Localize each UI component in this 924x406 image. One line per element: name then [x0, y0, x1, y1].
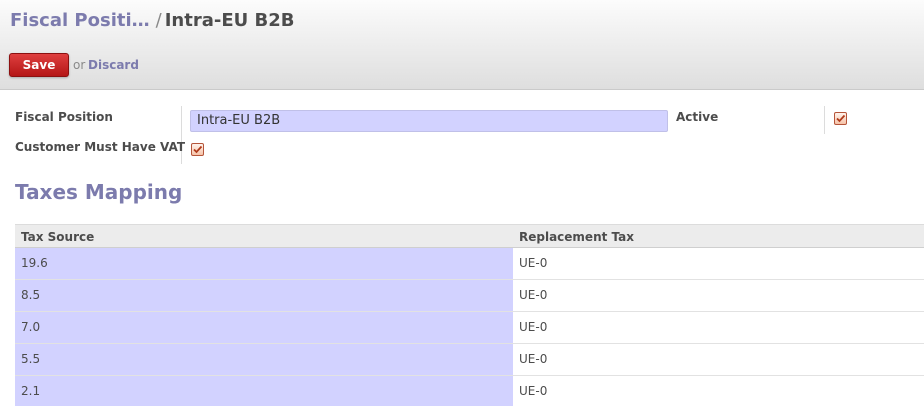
field-divider	[824, 106, 825, 134]
table-row[interactable]: 2.1 UE-0	[15, 376, 924, 406]
column-header-replacement-tax[interactable]: Replacement Tax	[513, 225, 924, 247]
taxes-mapping-title: Taxes Mapping	[15, 180, 183, 204]
column-header-tax-source[interactable]: Tax Source	[15, 225, 513, 247]
header-bar: Fiscal Positi… / Intra-EU B2B Save or Disc…	[0, 0, 924, 90]
replacement-tax-cell[interactable]: UE-0	[513, 312, 924, 343]
fiscal-position-label: Fiscal Position	[15, 110, 113, 124]
checkmark-icon	[193, 145, 203, 154]
tax-source-cell[interactable]: 5.5	[15, 344, 513, 375]
tax-source-cell[interactable]: 2.1	[15, 376, 513, 406]
customer-vat-checkbox[interactable]	[191, 143, 204, 156]
table-row[interactable]: 7.0 UE-0	[15, 312, 924, 344]
customer-vat-label: Customer Must Have VAT	[15, 140, 186, 154]
table-row[interactable]: 5.5 UE-0	[15, 344, 924, 376]
replacement-tax-cell[interactable]: UE-0	[513, 344, 924, 375]
tax-source-cell[interactable]: 7.0	[15, 312, 513, 343]
fiscal-position-input[interactable]: Intra-EU B2B	[190, 110, 668, 132]
tax-source-cell[interactable]: 19.6	[15, 248, 513, 279]
replacement-tax-cell[interactable]: UE-0	[513, 280, 924, 311]
replacement-tax-cell[interactable]: UE-0	[513, 248, 924, 279]
active-checkbox[interactable]	[834, 112, 847, 125]
table-row[interactable]: 19.6 UE-0	[15, 248, 924, 280]
or-text: or	[73, 58, 86, 72]
replacement-tax-cell[interactable]: UE-0	[513, 376, 924, 406]
tax-source-cell[interactable]: 8.5	[15, 280, 513, 311]
breadcrumb-separator: /	[155, 10, 162, 31]
field-divider	[181, 106, 182, 164]
table-header: Tax Source Replacement Tax	[15, 224, 924, 248]
breadcrumb: Fiscal Positi… / Intra-EU B2B	[10, 10, 295, 31]
save-button[interactable]: Save	[9, 53, 69, 77]
table-row[interactable]: 8.5 UE-0	[15, 280, 924, 312]
taxes-mapping-table: Tax Source Replacement Tax 19.6 UE-0 8.5…	[15, 224, 924, 406]
breadcrumb-parent-link[interactable]: Fiscal Positi…	[10, 10, 150, 31]
breadcrumb-current: Intra-EU B2B	[164, 10, 295, 31]
active-label: Active	[676, 110, 719, 124]
discard-link[interactable]: Discard	[88, 58, 139, 72]
checkmark-icon	[836, 114, 846, 123]
